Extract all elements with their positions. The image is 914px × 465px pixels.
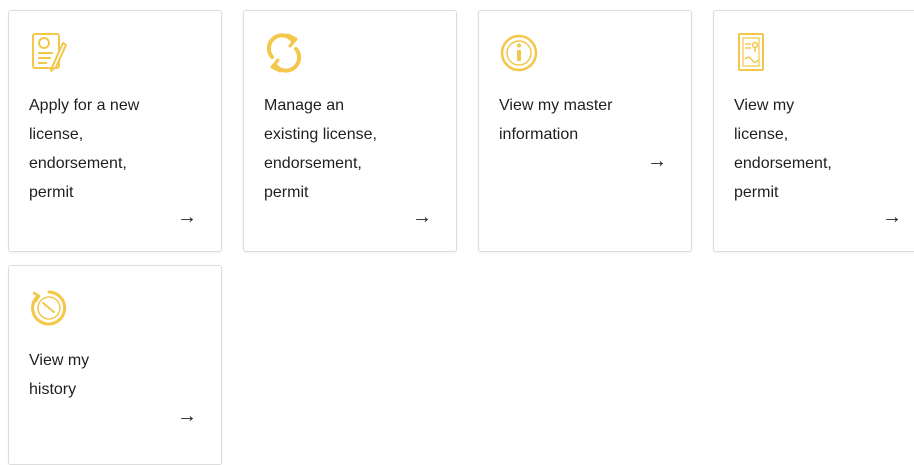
card-view-history[interactable]: View my history → (8, 265, 222, 465)
info-icon (499, 31, 539, 75)
license-application-icon (29, 31, 69, 75)
card-view-master-information[interactable]: View my master information → (478, 10, 692, 252)
arrow-right-icon: → (412, 206, 432, 228)
card-label: Manage an existing license, endorsement,… (264, 97, 377, 201)
arrow-right-icon: → (177, 206, 197, 228)
certificate-icon (734, 31, 774, 75)
arrow-right-icon: → (647, 150, 667, 172)
card-label: View my license, endorsement, permit (734, 97, 832, 201)
card-label: View my history (29, 352, 90, 398)
arrow-right-icon: → (882, 206, 902, 228)
card-label: View my master information (499, 97, 613, 143)
card-apply-new-license[interactable]: Apply for a new license, endorsement, pe… (8, 10, 222, 252)
card-view-license[interactable]: View my license, endorsement, permit → (713, 10, 914, 252)
history-clock-icon (29, 286, 69, 330)
card-manage-existing-license[interactable]: Manage an existing license, endorsement,… (243, 10, 457, 252)
refresh-icon (264, 31, 304, 75)
arrow-right-icon: → (177, 405, 197, 427)
card-label: Apply for a new license, endorsement, pe… (29, 97, 140, 201)
